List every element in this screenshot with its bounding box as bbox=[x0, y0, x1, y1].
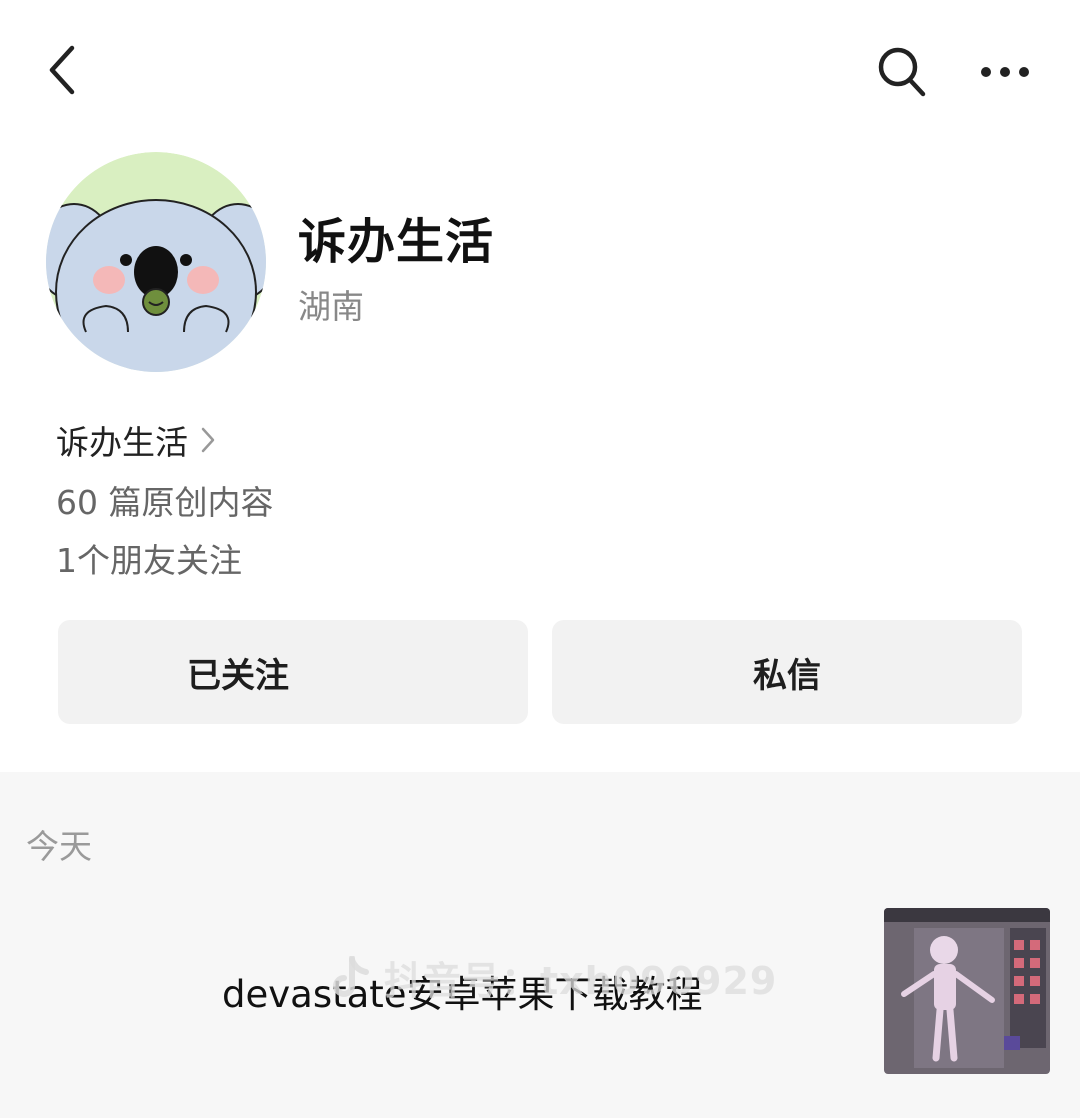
message-button-label: 私信 bbox=[753, 655, 821, 696]
chevron-right-icon bbox=[201, 427, 215, 453]
profile-page: 诉办生活 湖南 诉办生活 60 篇原创内容 1个朋友关注 已关注 私信 今天 d… bbox=[0, 0, 1080, 1118]
more-horizontal-icon bbox=[981, 67, 1029, 77]
following-button-label: 已关注 bbox=[187, 655, 289, 696]
account-link[interactable]: 诉办生活 bbox=[56, 416, 216, 464]
avatar[interactable] bbox=[46, 152, 266, 372]
watermark: 抖音号：txh090929 bbox=[330, 950, 777, 1005]
back-button[interactable] bbox=[34, 42, 90, 98]
article-feed: 今天 devastate安卓苹果下载教程 抖音号：txh090929 bbox=[0, 772, 1080, 1118]
koala-avatar-image bbox=[46, 152, 266, 372]
search-button[interactable] bbox=[872, 42, 932, 102]
more-button[interactable] bbox=[970, 42, 1040, 102]
message-button[interactable]: 私信 bbox=[552, 620, 1022, 724]
article-thumbnail bbox=[884, 908, 1050, 1074]
following-button[interactable]: 已关注 bbox=[58, 620, 528, 724]
original-count: 60 篇原创内容 bbox=[56, 483, 274, 522]
date-label: 今天 bbox=[26, 827, 92, 866]
profile-name: 诉办生活 bbox=[298, 214, 495, 270]
profile-region: 湖南 bbox=[298, 287, 364, 326]
search-icon bbox=[878, 47, 926, 97]
watermark-text: 抖音号：txh090929 bbox=[384, 959, 778, 1003]
friends-following: 1个朋友关注 bbox=[56, 541, 242, 580]
account-link-label: 诉办生活 bbox=[56, 423, 188, 462]
douyin-logo-icon bbox=[333, 955, 369, 997]
article-item[interactable]: devastate安卓苹果下载教程 bbox=[0, 892, 1080, 1118]
top-bar bbox=[0, 0, 1080, 140]
game-screenshot-thumbnail bbox=[884, 908, 1050, 1074]
chevron-left-icon bbox=[49, 45, 75, 95]
